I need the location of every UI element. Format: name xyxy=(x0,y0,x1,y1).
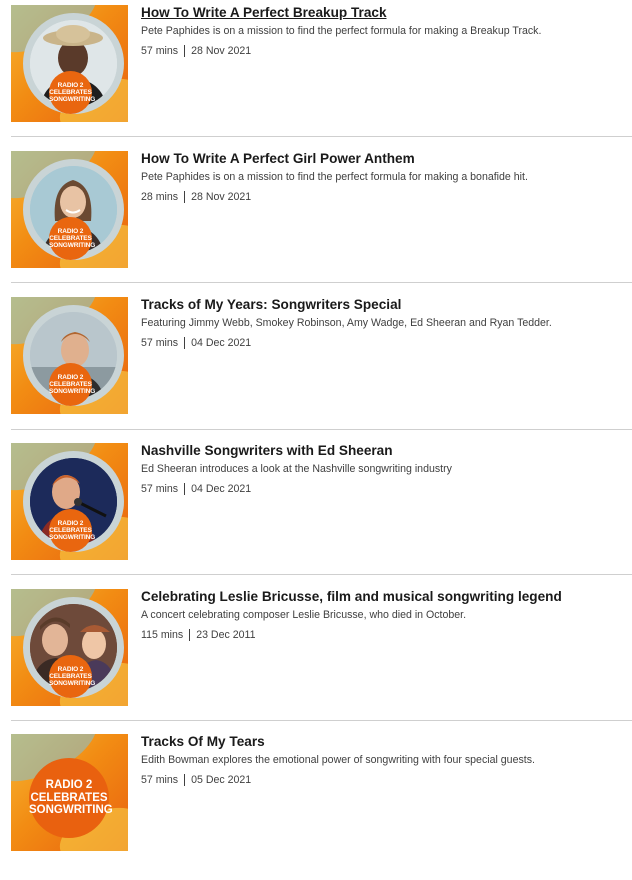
episode-date: 04 Dec 2021 xyxy=(191,483,252,495)
episode-title[interactable]: Tracks Of My Tears xyxy=(141,734,265,749)
episode-meta: 115 mins 23 Dec 2011 xyxy=(141,629,256,642)
episode-meta: 57 mins 28 Nov 2021 xyxy=(141,45,252,58)
episode-item[interactable]: RADIO 2 CELEBRATES SONGWRITING Nashville S… xyxy=(0,443,632,589)
episode-title[interactable]: Tracks of My Years: Songwriters Special xyxy=(141,297,401,312)
episode-meta: 57 mins 05 Dec 2021 xyxy=(141,774,252,787)
divider xyxy=(11,282,632,283)
divider xyxy=(11,429,632,430)
divider xyxy=(11,720,632,721)
episode-description: Ed Sheeran introduces a look at the Nash… xyxy=(141,463,452,475)
episode-thumbnail[interactable]: RADIO 2 CELEBRATES SONGWRITING xyxy=(11,297,128,414)
episode-duration: 115 mins xyxy=(141,629,184,641)
episode-duration: 57 mins xyxy=(141,483,179,495)
episode-thumbnail[interactable]: RADIO 2 CELEBRATES SONGWRITING xyxy=(11,589,128,706)
radio2-logo: RADIO 2 CELEBRATES SONGWRITING xyxy=(29,758,113,838)
episode-title[interactable]: Nashville Songwriters with Ed Sheeran xyxy=(141,443,393,458)
radio2-badge: RADIO 2 CELEBRATES SONGWRITING xyxy=(49,655,95,698)
episode-description: A concert celebrating composer Leslie Br… xyxy=(141,609,467,621)
episode-description: Featuring Jimmy Webb, Smokey Robinson, A… xyxy=(141,317,552,329)
episode-date: 28 Nov 2021 xyxy=(191,45,252,57)
episode-description: Pete Paphides is on a mission to find th… xyxy=(141,171,528,183)
episode-duration: 28 mins xyxy=(141,191,179,203)
episode-meta: 57 mins 04 Dec 2021 xyxy=(141,337,252,350)
episode-title[interactable]: How To Write A Perfect Breakup Track xyxy=(141,5,387,20)
episode-date: 05 Dec 2021 xyxy=(191,774,252,786)
episode-duration: 57 mins xyxy=(141,45,179,57)
radio2-badge: RADIO 2 CELEBRATES SONGWRITING xyxy=(49,509,95,552)
episode-meta: 57 mins 04 Dec 2021 xyxy=(141,483,252,496)
radio2-badge: RADIO 2 CELEBRATES SONGWRITING xyxy=(49,217,95,260)
episode-duration: 57 mins xyxy=(141,337,179,349)
episode-description: Pete Paphides is on a mission to find th… xyxy=(141,25,542,37)
episode-thumbnail[interactable]: RADIO 2 CELEBRATES SONGWRITING xyxy=(11,151,128,268)
episode-item[interactable]: RADIO 2 CELEBRATES SONGWRITING Tracks Of M… xyxy=(0,734,632,880)
episode-meta: 28 mins 28 Nov 2021 xyxy=(141,191,252,204)
episode-thumbnail[interactable]: RADIO 2 CELEBRATES SONGWRITING xyxy=(11,734,128,851)
divider xyxy=(11,574,632,575)
radio2-badge: RADIO 2 CELEBRATES SONGWRITING xyxy=(49,363,95,406)
episode-duration: 57 mins xyxy=(141,774,179,786)
episode-item[interactable]: RADIO 2 CELEBRATES SONGWRITING Celebrating… xyxy=(0,589,632,735)
episode-item[interactable]: RADIO 2 CELEBRATES SONGWRITING How To Writ… xyxy=(0,5,632,151)
episode-description: Edith Bowman explores the emotional powe… xyxy=(141,754,535,766)
divider xyxy=(11,136,632,137)
episode-date: 04 Dec 2021 xyxy=(191,337,252,349)
episode-thumbnail[interactable]: RADIO 2 CELEBRATES SONGWRITING xyxy=(11,443,128,560)
episode-title[interactable]: How To Write A Perfect Girl Power Anthem xyxy=(141,151,415,166)
episode-date: 23 Dec 2011 xyxy=(196,629,256,641)
radio2-badge: RADIO 2 CELEBRATES SONGWRITING xyxy=(49,71,95,114)
episode-title[interactable]: Celebrating Leslie Bricusse, film and mu… xyxy=(141,589,562,604)
episode-item[interactable]: RADIO 2 CELEBRATES SONGWRITING Tracks of M… xyxy=(0,297,632,443)
episode-item[interactable]: RADIO 2 CELEBRATES SONGWRITING How To Writ… xyxy=(0,151,632,297)
episode-thumbnail[interactable]: RADIO 2 CELEBRATES SONGWRITING xyxy=(11,5,128,122)
episode-date: 28 Nov 2021 xyxy=(191,191,252,203)
